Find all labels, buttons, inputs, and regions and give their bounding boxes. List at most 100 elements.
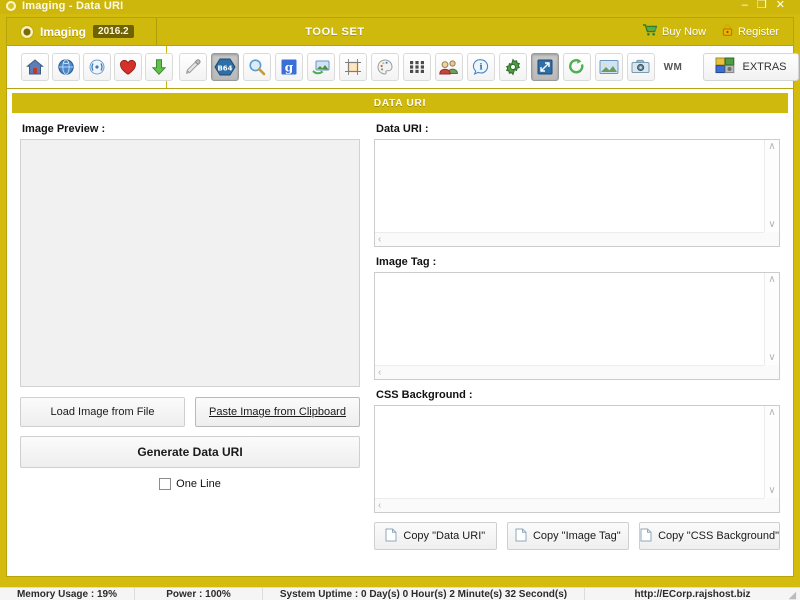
download-arrow-icon[interactable] [145,53,173,81]
image-tag-horizontal-scrollbar[interactable]: ‹ › [375,365,779,379]
right-pane: Data URI : ∧ ∨ ‹ › Image Tag : [374,123,780,550]
maximize-icon[interactable]: ❐ [757,0,776,12]
scroll-down-icon[interactable]: ∨ [768,353,775,363]
image-source-buttons: Load Image from File Paste Image from Cl… [20,397,360,427]
data-uri-vertical-scrollbar[interactable]: ∧ ∨ [764,140,779,232]
document-icon [385,528,397,545]
buy-now-label: Buy Now [662,25,707,38]
scroll-up-icon[interactable]: ∧ [768,408,775,418]
copy-image-tag-label: Copy "Image Tag" [532,530,621,542]
heart-icon[interactable] [114,53,142,81]
css-background-vertical-scrollbar[interactable]: ∧ ∨ [764,406,779,498]
copy-buttons-row: Copy "Data URI" Copy "Image Tag" Copy "C… [374,522,780,550]
document-icon [640,528,652,545]
data-uri-textarea[interactable] [375,140,764,246]
image-preview-label: Image Preview : [22,123,106,135]
camera-icon[interactable] [627,53,655,81]
cart-icon [643,24,658,39]
css-background-horizontal-scrollbar[interactable]: ‹ › [375,498,779,512]
content-area: DATA URI Image Preview : Load Image from… [6,89,794,577]
toolbar-left-group [7,46,173,88]
toolbar-right-group: EXTRAS [695,46,800,88]
toolset-title: TOOL SET [305,25,365,38]
image-preview-area[interactable] [20,139,360,387]
google-icon[interactable]: g [275,53,303,81]
extras-button[interactable]: EXTRAS [703,53,799,81]
image-tag-textarea-wrap[interactable]: ∧ ∨ ‹ › [374,272,780,380]
eyedropper-icon[interactable] [179,53,207,81]
svg-text:B64: B64 [217,65,232,73]
copy-data-uri-button[interactable]: Copy "Data URI" [374,522,497,550]
info-bubble-icon[interactable]: i [467,53,495,81]
css-background-label: CSS Background : [376,389,473,401]
website-url-status[interactable]: http://ECorp.rajshost.biz [585,588,800,600]
scrollbar-corner [764,498,779,512]
image-tag-textarea[interactable] [375,273,764,379]
system-uptime-status: System Uptime : 0 Day(s) 0 Hour(s) 2 Min… [263,588,585,600]
css-background-textarea[interactable] [375,406,764,512]
watermark-icon[interactable]: WM [659,53,687,81]
status-bar: Memory Usage : 19% Power : 100% System U… [0,587,800,600]
scrollbar-corner [764,365,779,379]
scroll-left-icon[interactable]: ‹ [378,367,381,378]
scroll-left-icon[interactable]: ‹ [378,234,381,245]
register-link[interactable]: Register [722,24,779,39]
rotate-icon[interactable] [563,53,591,81]
load-image-label: Load Image from File [50,406,155,418]
app-header: Imaging 2016.2 TOOL SET Buy Now Register [6,17,794,45]
lock-icon [722,24,733,39]
info-globe-icon[interactable] [52,53,80,81]
users-icon[interactable] [435,53,463,81]
gear-icon[interactable] [499,53,527,81]
copy-image-tag-button[interactable]: Copy "Image Tag" [506,522,630,550]
image-tag-vertical-scrollbar[interactable]: ∧ ∨ [764,273,779,365]
memory-usage-status: Memory Usage : 19% [0,588,135,600]
window-title: Imaging - Data URI [22,0,124,12]
scrollbar-corner [764,232,779,246]
one-line-checkbox-row[interactable]: One Line [20,478,360,490]
scroll-up-icon[interactable]: ∧ [768,275,775,285]
resize-icon[interactable] [531,53,559,81]
landscape-image-icon[interactable] [595,53,623,81]
load-image-from-file-button[interactable]: Load Image from File [20,397,185,427]
css-background-textarea-wrap[interactable]: ∧ ∨ ‹ › [374,405,780,513]
resize-grip[interactable]: ◢ [789,590,799,600]
copy-css-background-label: Copy "CSS Background" [658,530,779,542]
data-uri-horizontal-scrollbar[interactable]: ‹ › [375,232,779,246]
image-convert-icon[interactable] [307,53,335,81]
one-line-checkbox[interactable] [159,478,172,490]
page-title: DATA URI [12,93,788,113]
svg-text:g: g [285,61,294,75]
minimize-icon[interactable]: – [742,0,757,12]
base64-icon[interactable]: B64 [211,53,239,81]
generate-data-uri-button[interactable]: Generate Data URI [20,436,360,468]
copy-data-uri-label: Copy "Data URI" [403,530,486,542]
data-uri-textarea-wrap[interactable]: ∧ ∨ ‹ › [374,139,780,247]
generate-data-uri-label: Generate Data URI [137,445,243,459]
paste-image-from-clipboard-button[interactable]: Paste Image from Clipboard [195,397,360,427]
window-controls[interactable]: –❐✕ [742,0,794,12]
application-window: Imaging - Data URI –❐✕ Imaging 2016.2 TO… [0,0,800,600]
crop-icon[interactable] [339,53,367,81]
power-status: Power : 100% [135,588,263,600]
register-label: Register [738,25,779,38]
copy-css-background-button[interactable]: Copy "CSS Background" [639,522,780,550]
data-uri-label: Data URI : [376,123,429,135]
magnifier-icon[interactable] [243,53,271,81]
rss-signal-icon[interactable] [83,53,111,81]
close-icon[interactable]: ✕ [776,0,794,12]
toolbar-main-group: B64 g i WM [167,46,695,88]
scroll-up-icon[interactable]: ∧ [768,142,775,152]
scroll-down-icon[interactable]: ∨ [768,486,775,496]
photos-icon [715,57,735,77]
home-icon[interactable] [21,53,49,81]
image-tag-label: Image Tag : [376,256,437,268]
scroll-left-icon[interactable]: ‹ [378,500,381,511]
grid-icon[interactable] [403,53,431,81]
palette-icon[interactable] [371,53,399,81]
scroll-down-icon[interactable]: ∨ [768,220,775,230]
header-links: Buy Now Register [643,24,793,39]
buy-now-link[interactable]: Buy Now [643,24,706,39]
window-frame: Imaging 2016.2 TOOL SET Buy Now Register… [0,14,800,600]
watermark-label: WM [663,61,683,73]
